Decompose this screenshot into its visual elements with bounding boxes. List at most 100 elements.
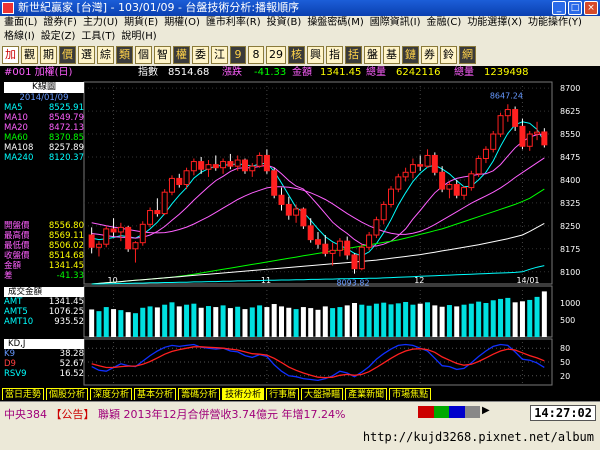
candle: [147, 207, 154, 228]
analysis-tab[interactable]: 市場焦點: [389, 388, 432, 400]
candle: [388, 186, 395, 208]
toolbar-button[interactable]: 選: [78, 46, 95, 64]
toolbar-button[interactable]: 9: [230, 46, 246, 64]
toolbar-button[interactable]: 綜: [97, 46, 114, 64]
toolbar-button[interactable]: 委: [192, 46, 209, 64]
news-scroll-indicator: [418, 406, 480, 418]
analysis-tab[interactable]: 個股分析: [46, 388, 89, 400]
info-label: MA240: [4, 153, 34, 163]
info-label: MA10: [4, 113, 28, 123]
menu-item[interactable]: 操盤密碼(M): [307, 16, 363, 30]
close-button[interactable]: ×: [584, 1, 598, 15]
menu-item[interactable]: 匯市利率(R): [206, 16, 261, 30]
volume-bar: [132, 313, 138, 337]
analysis-tab[interactable]: 行事曆: [266, 388, 300, 400]
toolbar-button[interactable]: 核: [288, 46, 305, 64]
info-value: 8257.89: [48, 143, 84, 153]
menu-item[interactable]: 國際資訊(I): [370, 16, 421, 30]
toolbar-button[interactable]: 鏈: [402, 46, 419, 64]
chart-date: 2014/01/09: [19, 93, 69, 103]
info-row: K9 38.28: [4, 349, 84, 359]
info-value: 16.52: [59, 369, 84, 379]
menu-item[interactable]: 工具(T): [81, 30, 115, 44]
analysis-tab[interactable]: 深度分析: [90, 388, 133, 400]
menu-item[interactable]: 說明(H): [121, 30, 156, 44]
toolbar-button[interactable]: 括: [345, 46, 362, 64]
menu-item[interactable]: 期權(O): [164, 16, 200, 30]
candle: [168, 175, 175, 196]
analysis-tab[interactable]: 當日走勢: [2, 388, 45, 400]
toolbar-button[interactable]: 期: [40, 46, 57, 64]
menu-item[interactable]: 主力(U): [83, 16, 118, 30]
toolbar-button[interactable]: 觀: [21, 46, 38, 64]
volume-bar: [271, 304, 277, 337]
info-value: 8569.11: [48, 231, 84, 241]
volume-bar: [490, 300, 496, 337]
toolbar-button[interactable]: 價: [59, 46, 76, 64]
toolbar-button[interactable]: 權: [173, 46, 190, 64]
volume-bar: [198, 307, 204, 337]
volume-bar: [403, 301, 409, 337]
volume-bar: [300, 307, 306, 337]
toolbar-button[interactable]: 8: [248, 46, 264, 64]
volume-bar: [519, 301, 525, 337]
toolbar-button[interactable]: 智: [154, 46, 171, 64]
toolbar-button[interactable]: 個: [135, 46, 152, 64]
menu-item[interactable]: 金融(C): [427, 16, 462, 30]
toolbar-button[interactable]: 加: [2, 46, 19, 64]
info-value: 8556.80: [48, 221, 84, 231]
scroll-arrow-icon[interactable]: ▶: [482, 405, 490, 416]
toolbar-button[interactable]: 29: [266, 46, 286, 64]
volume-info-panel: 成交金額 AMT 1341.45 AMT5 1076.25 AMT10 935.52: [4, 287, 84, 327]
analysis-tab[interactable]: 籌碼分析: [178, 388, 221, 400]
volume-label: 總量: [366, 67, 386, 78]
change-label: 漲跌: [222, 67, 242, 78]
toolbar-button[interactable]: 基: [383, 46, 400, 64]
menu-item[interactable]: 功能選擇(X): [467, 16, 522, 30]
analysis-tab[interactable]: 技術分析: [222, 388, 265, 400]
toolbar-button[interactable]: 鈴: [440, 46, 457, 64]
kd-tick-label: 80: [560, 344, 570, 353]
menu-item[interactable]: 畫面(L): [4, 16, 37, 30]
volume-bar: [227, 308, 233, 337]
toolbar-button[interactable]: 網: [459, 46, 476, 64]
menu-item[interactable]: 期貨(E): [124, 16, 158, 30]
candle: [271, 167, 278, 199]
info-label: 金額: [4, 261, 22, 271]
volume-bar: [257, 305, 263, 337]
menu-item[interactable]: 證券(F): [43, 16, 77, 30]
technical-chart[interactable]: 87008625855084758400832582508175810010 11…: [0, 80, 600, 388]
analysis-tab[interactable]: 產業新聞: [345, 388, 388, 400]
volume-bar: [249, 307, 255, 337]
info-value: -41.33: [56, 271, 84, 281]
y-tick-label: 8175: [560, 245, 580, 254]
volume-bar: [330, 308, 336, 337]
menu-item[interactable]: 設定(Z): [41, 30, 76, 44]
volume-bar: [439, 306, 445, 337]
info-value: 8120.37: [48, 153, 84, 163]
maximize-button[interactable]: □: [568, 1, 582, 15]
menu-item[interactable]: 功能操作(Y): [528, 16, 582, 30]
ma-list: MA5 8525.91 MA10 8549.79 MA20 8472.13 MA60 8370…: [4, 103, 84, 163]
info-row: MA60 8370.85: [4, 133, 84, 143]
menu-item[interactable]: 格線(I): [4, 30, 35, 44]
toolbar-button[interactable]: 江: [211, 46, 228, 64]
clock-display: 14:27:02: [530, 405, 596, 421]
minimize-button[interactable]: _: [552, 1, 566, 15]
news-text-line[interactable]: 中央384 【公告】 聯穎 2013年12月合併營收3.74億元 年增17.24…: [4, 406, 345, 422]
toolbar-button[interactable]: 興: [307, 46, 324, 64]
candle: [300, 207, 307, 229]
analysis-tab[interactable]: 大盤掃瞄: [301, 388, 344, 400]
toolbar-button[interactable]: 盤: [364, 46, 381, 64]
candle: [358, 244, 365, 271]
toolbar-button[interactable]: 指: [326, 46, 343, 64]
toolbar-button[interactable]: 券: [421, 46, 438, 64]
info-value: 38.28: [59, 349, 84, 359]
toolbar-button[interactable]: 類: [116, 46, 133, 64]
y-tick-label: 8400: [560, 176, 580, 185]
info-label: D9: [4, 359, 16, 369]
volume-bar: [103, 307, 109, 337]
menu-item[interactable]: 投資(B): [267, 16, 302, 30]
analysis-tab[interactable]: 基本分析: [134, 388, 177, 400]
panel-frame: [83, 338, 553, 386]
